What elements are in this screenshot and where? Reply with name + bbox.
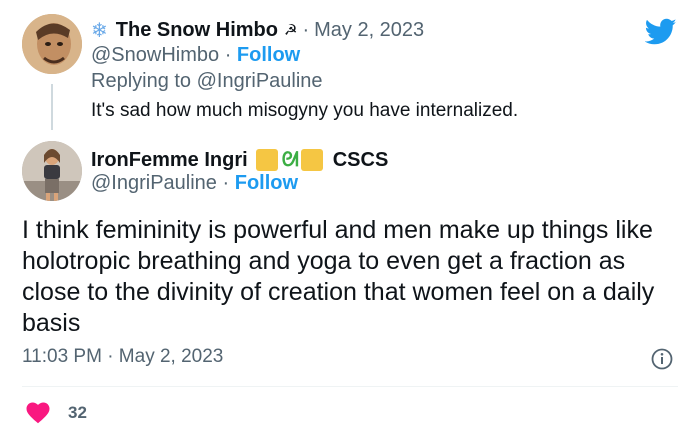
twitter-bird-icon[interactable] xyxy=(645,18,677,46)
reply-handle-line: @SnowHimbo · Follow xyxy=(91,44,300,67)
main-header: IronFemme Ingri ᘛ CSCS xyxy=(91,146,388,174)
replying-to-line: Replying to @IngriPauline xyxy=(91,70,323,93)
reply-text: It's sad how much misogyny you have inte… xyxy=(91,100,519,121)
reply-date[interactable]: May 2, 2023 xyxy=(314,19,424,42)
heart-icon[interactable] xyxy=(26,402,50,424)
tweet-timestamp[interactable]: 11:03 PM · May 2, 2023 xyxy=(22,346,223,368)
like-count: 32 xyxy=(68,403,87,422)
separator-dot: · xyxy=(302,18,310,41)
yellow-square-emoji-icon xyxy=(255,149,278,171)
separator-dot: · xyxy=(222,172,230,194)
reply-display-name[interactable]: The Snow Himbo xyxy=(116,19,278,42)
divider xyxy=(22,386,678,387)
replying-to-prefix: Replying to xyxy=(91,70,192,92)
reply-handle[interactable]: @SnowHimbo xyxy=(91,44,219,66)
replying-to-mention[interactable]: @IngriPauline xyxy=(197,70,323,92)
ribbon-emoji-icon: ᘛ xyxy=(281,148,299,171)
credential-label: CSCS xyxy=(332,148,389,171)
main-handle[interactable]: @IngriPauline xyxy=(91,172,217,194)
reply-header: ❄ The Snow Himbo ☭ · May 2, 2023 xyxy=(91,16,424,44)
ironfemme-avatar[interactable] xyxy=(22,141,82,201)
main-display-name[interactable]: IronFemme Ingri xyxy=(91,149,248,172)
like-action[interactable]: 32 xyxy=(26,402,87,424)
hammer-sickle-emoji-icon: ☭ xyxy=(283,22,298,39)
thread-connector-line xyxy=(51,84,53,130)
snowflake-emoji-icon: ❄ xyxy=(91,19,108,42)
separator-dot: · xyxy=(224,44,232,66)
main-tweet-text: I think femininity is powerful and men m… xyxy=(22,216,655,337)
follow-ingripauline-button[interactable]: Follow xyxy=(235,172,298,194)
main-handle-line: @IngriPauline · Follow xyxy=(91,172,298,195)
snowhimbo-avatar[interactable] xyxy=(22,14,82,74)
follow-snowhimbo-button[interactable]: Follow xyxy=(237,44,300,66)
yellow-square-emoji-icon xyxy=(300,149,323,171)
info-icon[interactable] xyxy=(651,348,673,370)
